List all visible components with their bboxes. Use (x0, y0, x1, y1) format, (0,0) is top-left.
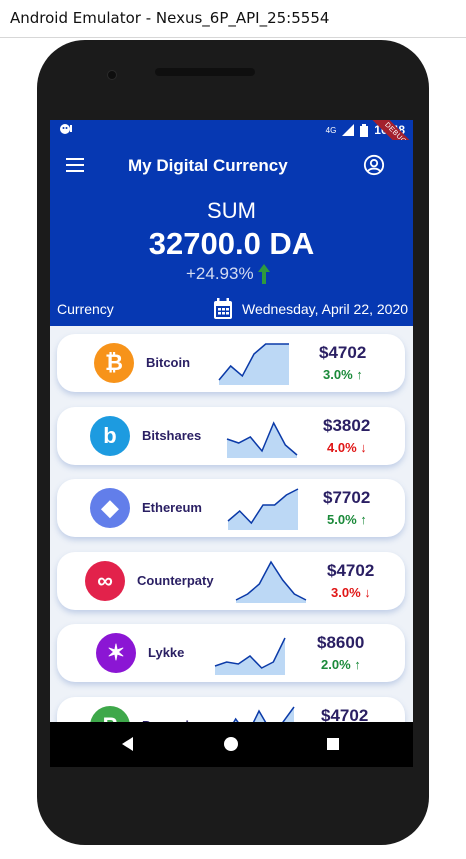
bitcoin-logo-icon: ₿ (94, 343, 134, 383)
currency-label: Currency (57, 301, 114, 317)
coin-name: Ethereum (142, 500, 202, 515)
arrow-up-icon (258, 264, 270, 284)
back-icon[interactable] (122, 737, 133, 751)
coin-glyph: P (90, 706, 130, 723)
sum-label: SUM (207, 198, 256, 223)
sum-change: +24.93% (186, 264, 254, 283)
coin-name: Bitcoin (146, 355, 191, 370)
coin-name: Bitshares (142, 427, 202, 443)
coin-name: Lykke (148, 645, 185, 660)
coin-change: 3.0% ↑ (323, 367, 363, 382)
summary-header: SUM 32700.0 DA +24.93% Currency Wednesda… (50, 194, 413, 326)
status-bar: 4G 10:48 DEBUG (50, 120, 413, 167)
recent-apps-icon[interactable] (327, 738, 339, 750)
coin-card-counterpaty[interactable]: ∞ Counterpaty $4702 3.0% ↓ (57, 551, 405, 610)
signal-icon (342, 124, 355, 136)
sparkline-area (236, 561, 306, 603)
lykke-logo-icon: ✶ (96, 633, 136, 673)
coin-price: $3802 (323, 415, 371, 435)
currency-list[interactable]: ₿ Bitcoin $4702 3.0% ↑ b Bitshares $3802 4.0% ↓… (50, 326, 413, 722)
coin-name: Counterpaty (137, 572, 214, 588)
speaker-grille (155, 68, 255, 76)
coin-price: $7702 (323, 488, 371, 507)
sparkline-area (227, 422, 297, 458)
coin-glyph: ∞ (97, 567, 113, 593)
date-text[interactable]: Wednesday, April 22, 2020 (242, 301, 408, 317)
price-sparkline (226, 420, 298, 458)
coin-card-bitcoin[interactable]: ₿ Bitcoin $4702 3.0% ↑ (57, 334, 405, 392)
coin-glyph: b (103, 422, 117, 448)
coin-change: 3.0% ↓ (331, 584, 371, 600)
coin-price: $4702 (327, 560, 375, 580)
peercoin-logo-icon: P (90, 705, 130, 723)
price-sparkline (235, 560, 307, 603)
emulator-titlebar: Android Emulator - Nexus_6P_API_25:5554 (0, 0, 466, 38)
counterpaty-logo-icon: ∞ (85, 560, 125, 601)
coin-card-bitshares[interactable]: b Bitshares $3802 4.0% ↓ (57, 406, 405, 465)
price-sparkline (214, 637, 286, 675)
coin-change: 4.0% ↓ (327, 439, 367, 455)
price-sparkline (227, 488, 299, 530)
coin-card-peercoin[interactable]: PPeercoin$4702 (57, 696, 405, 723)
sparkline-area (219, 344, 289, 385)
notification-icon (59, 123, 73, 138)
emulator-title: Android Emulator - Nexus_6P_API_25:5554 (10, 9, 330, 27)
sum-value: 32700.0 DA (148, 226, 315, 261)
battery-icon (360, 123, 369, 137)
coin-change: 2.0% ↑ (321, 657, 361, 672)
coin-glyph: ◆ (101, 495, 119, 520)
app-bar: My Digital Currency (50, 140, 413, 194)
coin-change: 5.0% ↑ (327, 512, 367, 527)
app-title: My Digital Currency (128, 156, 288, 175)
menu-icon[interactable] (66, 158, 84, 172)
account-circle-icon[interactable] (363, 154, 385, 176)
coin-glyph: ₿ (105, 350, 123, 375)
bitshares-logo-icon: b (90, 415, 130, 456)
price-sparkline (218, 343, 289, 385)
calendar-icon[interactable] (213, 298, 233, 320)
coin-card-ethereum[interactable]: ◆ Ethereum $7702 5.0% ↑ (57, 479, 405, 537)
coin-glyph: ✶ (106, 640, 126, 665)
coin-price: $4702 (319, 343, 367, 362)
camera-icon (107, 70, 117, 80)
phone-screen: 4G 10:48 DEBUG My Digital Currency SUM 3… (50, 120, 413, 767)
coin-price: $8600 (317, 633, 365, 652)
android-nav-bar (50, 722, 413, 767)
price-sparkline (232, 706, 295, 722)
ethereum-logo-icon: ◆ (90, 488, 130, 528)
network-type: 4G (325, 125, 337, 135)
coin-price: $4702 (321, 705, 369, 723)
home-icon[interactable] (224, 737, 238, 751)
coin-card-lykke[interactable]: ✶ Lykke $8600 2.0% ↑ (57, 624, 405, 682)
